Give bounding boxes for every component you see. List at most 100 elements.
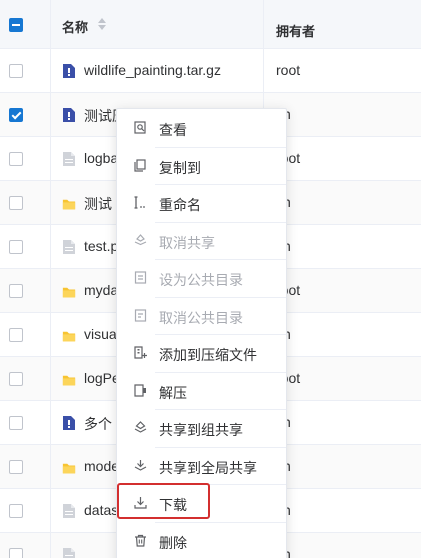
unshare-icon (134, 233, 147, 247)
column-divider (50, 225, 51, 268)
menu-item-label: 查看 (159, 122, 187, 138)
select-all-cell (0, 0, 32, 48)
row-checkbox[interactable] (9, 416, 23, 430)
document-file-icon (62, 547, 76, 558)
column-divider (50, 401, 51, 444)
context-menu: 查看复制到重命名取消共享设为公共目录 取消公共目录 添加到压缩文件 解压共享到组共享共… (116, 108, 287, 558)
row-checkbox[interactable] (9, 504, 23, 518)
menu-item-label: 设为公共目录 (159, 272, 243, 288)
public-dir-icon (134, 271, 147, 284)
row-select-cell (0, 93, 32, 136)
unpublic-dir-icon (134, 308, 147, 322)
menu-item-label: 删除 (159, 534, 187, 551)
file-name[interactable]: wildlife_painting.tar.gz (84, 62, 221, 78)
row-checkbox[interactable] (9, 108, 23, 122)
column-divider (50, 313, 51, 356)
column-divider (263, 0, 264, 48)
menu-item-public-dir[interactable]: 设为公共目录 (117, 259, 288, 296)
menu-item-share-global[interactable]: 共享到全局共享 (117, 447, 288, 484)
menu-item-label: 共享到组共享 (159, 422, 243, 438)
menu-item-label: 共享到全局共享 (159, 459, 257, 476)
file-owner: root (276, 62, 301, 78)
share-group-icon (134, 421, 147, 434)
delete-icon (134, 534, 147, 547)
row-checkbox[interactable] (9, 328, 23, 342)
row-checkbox[interactable] (9, 196, 23, 210)
view-icon (134, 121, 147, 134)
menu-item-label: 添加到压缩文件 (159, 347, 257, 363)
row-checkbox[interactable] (9, 372, 23, 386)
compress-icon (134, 346, 147, 359)
menu-item-copy[interactable]: 复制到 (117, 147, 288, 184)
extract-icon (134, 383, 147, 397)
column-divider (50, 357, 51, 400)
menu-item-label: 复制到 (159, 159, 201, 176)
document-file-icon (62, 239, 76, 255)
folder-icon (62, 373, 76, 389)
row-select-cell (0, 357, 32, 400)
menu-item-view[interactable]: 查看 (117, 109, 288, 146)
owner-column-header[interactable]: 拥有者 (276, 21, 315, 40)
column-divider (50, 445, 51, 488)
table-row[interactable]: wildlife_painting.tar.gz root (0, 49, 421, 93)
folder-icon (62, 329, 76, 345)
menu-item-delete[interactable]: 删除 (117, 522, 288, 558)
file-name[interactable]: 测试 (84, 194, 112, 214)
download-highlight-box (117, 483, 210, 519)
row-select-cell (0, 49, 32, 92)
row-checkbox[interactable] (9, 152, 23, 166)
row-select-cell (0, 533, 32, 558)
archive-file-icon (62, 107, 76, 123)
row-checkbox[interactable] (9, 284, 23, 298)
row-checkbox[interactable] (9, 64, 23, 78)
column-divider (50, 49, 51, 92)
column-divider (50, 489, 51, 532)
row-select-cell (0, 313, 32, 356)
row-checkbox[interactable] (9, 240, 23, 254)
column-divider (50, 181, 51, 224)
archive-file-icon (62, 63, 76, 79)
row-select-cell (0, 137, 32, 180)
file-name[interactable]: myda (84, 282, 118, 298)
select-all-checkbox[interactable] (9, 18, 23, 32)
menu-item-label: 重命名 (159, 197, 201, 213)
file-name[interactable]: visua (84, 326, 117, 342)
archive-file-icon (62, 415, 76, 431)
column-divider (263, 49, 264, 92)
row-select-cell (0, 181, 32, 224)
row-select-cell (0, 225, 32, 268)
rename-icon (134, 196, 147, 209)
name-column-header[interactable]: 名称 (62, 17, 88, 36)
menu-item-share-group[interactable]: 共享到组共享 (117, 409, 288, 446)
file-name[interactable]: 多个 (84, 414, 112, 434)
file-name[interactable]: datas (84, 502, 118, 518)
column-divider (50, 137, 51, 180)
file-name[interactable]: logba (84, 150, 118, 166)
menu-item-extract[interactable]: 解压 (117, 372, 288, 409)
row-select-cell (0, 269, 32, 312)
file-name[interactable]: test.p (84, 238, 118, 254)
menu-item-label: 取消共享 (159, 234, 215, 251)
menu-item-label: 解压 (159, 384, 187, 401)
menu-item-unpublic-dir[interactable]: 取消公共目录 (117, 297, 288, 334)
row-select-cell (0, 489, 32, 532)
sort-icon[interactable] (97, 17, 107, 31)
folder-icon (62, 197, 76, 213)
menu-item-unshare[interactable]: 取消共享 (117, 222, 288, 259)
column-divider (50, 269, 51, 312)
folder-icon (62, 285, 76, 301)
menu-item-label: 取消公共目录 (159, 309, 243, 326)
row-select-cell (0, 445, 32, 488)
row-select-cell (0, 401, 32, 444)
table-header: 名称 拥有者 (0, 0, 421, 49)
copy-icon (134, 158, 147, 172)
document-file-icon (62, 151, 76, 167)
share-global-icon (134, 459, 147, 472)
row-checkbox[interactable] (9, 548, 23, 558)
menu-item-compress[interactable]: 添加到压缩文件 (117, 334, 288, 371)
menu-item-rename[interactable]: 重命名 (117, 184, 288, 221)
file-name[interactable]: mode (84, 458, 119, 474)
column-divider (50, 93, 51, 136)
file-name[interactable]: logPe (84, 370, 120, 386)
row-checkbox[interactable] (9, 460, 23, 474)
